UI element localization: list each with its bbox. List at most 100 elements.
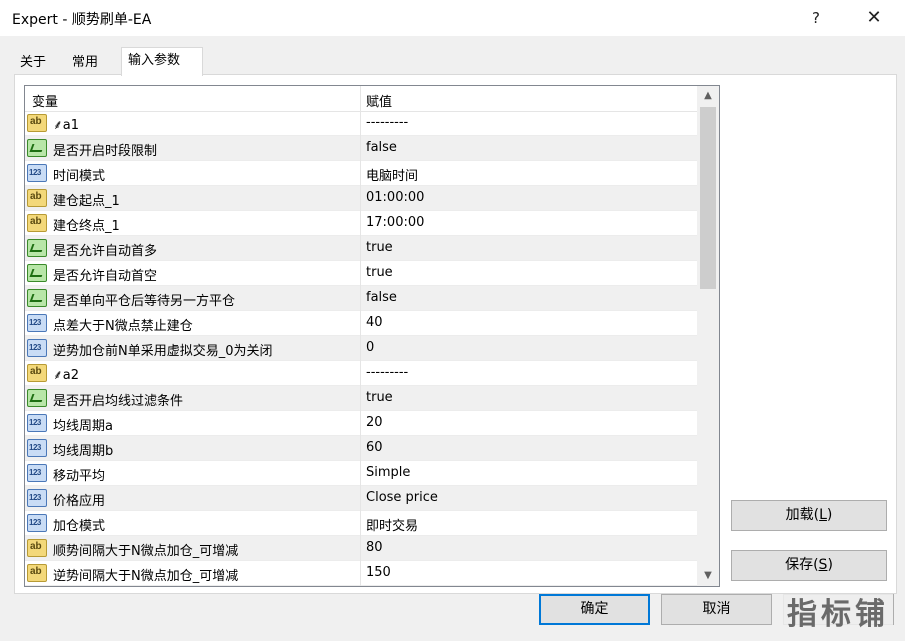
numeric-type-icon <box>27 439 47 457</box>
parameter-value[interactable]: true <box>366 240 393 255</box>
column-divider[interactable] <box>360 86 361 111</box>
parameters-grid[interactable]: 变量 赋值 ⸙a1 --------- 是否开启时段限制 false 时间模式 电脑时间建… <box>24 85 720 587</box>
table-row[interactable]: 均线周期b 60 <box>25 436 697 461</box>
parameter-name: 是否单向平仓后等待另一方平仓 <box>53 294 236 309</box>
cell-divider <box>360 486 361 511</box>
cell-divider <box>360 336 361 361</box>
column-header-value[interactable]: 赋值 <box>366 91 392 110</box>
parameter-value[interactable]: 20 <box>366 415 383 430</box>
numeric-type-icon <box>27 464 47 482</box>
table-row[interactable]: 逆势加仓前N单采用虚拟交易_0为关闭 0 <box>25 336 697 361</box>
table-row[interactable]: 均线周期a 20 <box>25 411 697 436</box>
tab-common[interactable]: 常用 <box>66 51 122 75</box>
boolean-type-icon <box>27 389 47 407</box>
parameter-value[interactable]: --------- <box>366 115 408 130</box>
table-row[interactable]: 逆势间隔大于N微点加仓_可增减 150 <box>25 561 697 586</box>
cell-divider <box>360 261 361 286</box>
load-button-label-end: ) <box>826 507 833 523</box>
ok-button[interactable]: 确定 <box>539 594 650 625</box>
cell-divider <box>360 211 361 236</box>
parameter-name: 加仓模式 <box>53 519 106 534</box>
title-bar: Expert - 顺势刷单-EA ? ✕ <box>0 0 905 36</box>
cell-divider <box>360 136 361 161</box>
cell-divider <box>360 561 361 586</box>
scroll-thumb[interactable] <box>700 107 716 289</box>
parameter-value[interactable]: 60 <box>366 440 383 455</box>
string-type-icon <box>27 539 47 557</box>
cell-divider <box>360 386 361 411</box>
parameter-value[interactable]: false <box>366 140 397 155</box>
table-row[interactable]: 是否开启均线过滤条件 true <box>25 386 697 411</box>
load-button[interactable]: 加载(L) <box>731 500 887 531</box>
parameter-name: 是否允许自动首空 <box>53 269 158 284</box>
parameter-value[interactable]: 17:00:00 <box>366 215 424 230</box>
table-row[interactable]: ⸙a2 --------- <box>25 361 697 386</box>
parameter-name: ⸙a2 <box>53 368 79 383</box>
parameter-name: 是否开启时段限制 <box>53 144 158 159</box>
scroll-up-arrow-icon[interactable]: ▲ <box>697 86 719 106</box>
parameter-value[interactable]: 40 <box>366 315 383 330</box>
boolean-type-icon <box>27 239 47 257</box>
parameter-value[interactable]: --------- <box>366 365 408 380</box>
string-type-icon <box>27 564 47 582</box>
cell-divider <box>360 236 361 261</box>
boolean-type-icon <box>27 139 47 157</box>
boolean-type-icon <box>27 289 47 307</box>
parameter-value[interactable]: Simple <box>366 465 410 480</box>
table-row[interactable]: 建仓起点_1 01:00:00 <box>25 186 697 211</box>
vertical-scrollbar[interactable]: ▲ ▼ <box>697 86 719 586</box>
load-button-hotkey: L <box>819 507 827 523</box>
parameter-value[interactable]: 80 <box>366 540 383 555</box>
table-row[interactable]: 顺势间隔大于N微点加仓_可增减 80 <box>25 536 697 561</box>
string-type-icon <box>27 364 47 382</box>
parameter-value[interactable]: 电脑时间 <box>366 165 418 184</box>
table-row[interactable]: ⸙a1 --------- <box>25 111 697 136</box>
cancel-button[interactable]: 取消 <box>661 594 772 625</box>
parameter-name: 是否允许自动首多 <box>53 244 158 259</box>
parameter-value[interactable]: Close price <box>366 490 438 505</box>
parameter-value[interactable]: 0 <box>366 340 374 355</box>
table-row[interactable]: 移动平均 Simple <box>25 461 697 486</box>
tab-about[interactable]: 关于 <box>14 51 65 75</box>
parameter-value[interactable]: 即时交易 <box>366 515 418 534</box>
save-button[interactable]: 保存(S) <box>731 550 887 581</box>
cell-divider <box>360 161 361 186</box>
table-row[interactable]: 价格应用 Close price <box>25 486 697 511</box>
table-row[interactable]: 时间模式 电脑时间 <box>25 161 697 186</box>
window-title: Expert - 顺势刷单-EA <box>12 12 152 28</box>
table-row[interactable]: 是否允许自动首多 true <box>25 236 697 261</box>
parameter-name: 点差大于N微点禁止建仓 <box>53 319 193 334</box>
table-row[interactable]: 是否开启时段限制 false <box>25 136 697 161</box>
table-row[interactable]: 是否允许自动首空 true <box>25 261 697 286</box>
save-button-label-end: ) <box>827 557 833 573</box>
numeric-type-icon <box>27 514 47 532</box>
scroll-down-arrow-icon[interactable]: ▼ <box>697 566 719 586</box>
cell-divider <box>360 461 361 486</box>
parameter-name: 价格应用 <box>53 494 106 509</box>
column-header-variable[interactable]: 变量 <box>32 91 58 110</box>
string-type-icon <box>27 214 47 232</box>
help-button[interactable]: ? <box>798 5 834 31</box>
parameter-name: 是否开启均线过滤条件 <box>53 394 184 409</box>
close-button[interactable]: ✕ <box>856 5 892 31</box>
cell-divider <box>360 186 361 211</box>
parameter-name: 逆势加仓前N单采用虚拟交易_0为关闭 <box>53 344 273 359</box>
string-type-icon <box>27 189 47 207</box>
cell-divider <box>360 536 361 561</box>
parameter-name: 移动平均 <box>53 469 106 484</box>
parameter-name: 逆势间隔大于N微点加仓_可增减 <box>53 569 239 584</box>
parameter-value[interactable]: false <box>366 290 397 305</box>
parameter-value[interactable]: 150 <box>366 565 391 580</box>
numeric-type-icon <box>27 489 47 507</box>
parameter-value[interactable]: 01:00:00 <box>366 190 424 205</box>
parameter-value[interactable]: true <box>366 265 393 280</box>
tab-inputs[interactable]: 输入参数 <box>121 47 203 76</box>
table-row[interactable]: 加仓模式 即时交易 <box>25 511 697 536</box>
table-row[interactable]: 是否单向平仓后等待另一方平仓 false <box>25 286 697 311</box>
table-row[interactable]: 点差大于N微点禁止建仓 40 <box>25 311 697 336</box>
load-button-label: 加载( <box>785 507 820 523</box>
numeric-type-icon <box>27 339 47 357</box>
numeric-type-icon <box>27 164 47 182</box>
table-row[interactable]: 建仓终点_1 17:00:00 <box>25 211 697 236</box>
parameter-value[interactable]: true <box>366 390 393 405</box>
